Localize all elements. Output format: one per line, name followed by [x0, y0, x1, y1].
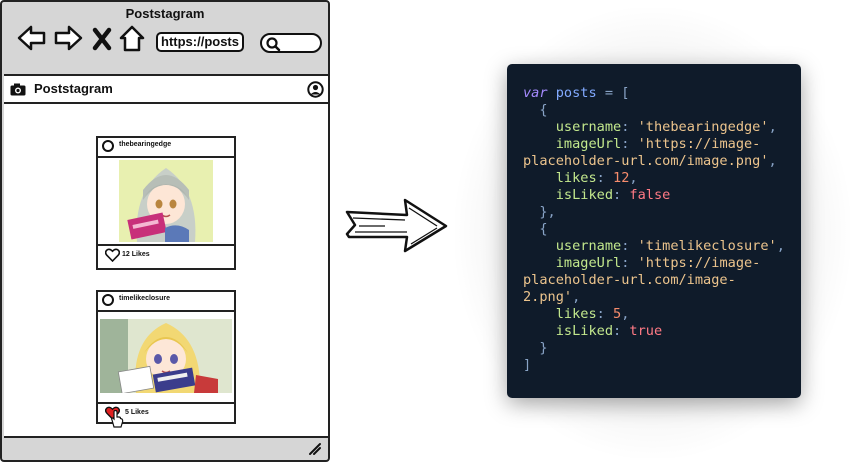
avatar	[102, 294, 114, 306]
code-line-16: }	[523, 340, 548, 356]
app-title: Poststagram	[34, 81, 113, 96]
code-line-6: likes: 12,	[555, 170, 638, 186]
code-line-5: placeholder-url.com/image.png',	[523, 153, 777, 169]
right-arrow-icon	[345, 198, 448, 253]
post-card: thebearingedge 12 Likes	[96, 136, 236, 270]
likes-count: 5 Likes	[125, 409, 149, 416]
page-content: Poststagram thebearingedge 12 Likes time…	[4, 74, 328, 438]
likes-count: 12 Likes	[122, 251, 150, 258]
back-arrow-icon[interactable]	[16, 22, 48, 54]
avatar	[102, 140, 114, 152]
code-line-8: },	[523, 204, 556, 220]
heart-outline-icon[interactable]	[105, 248, 120, 262]
code-line-14: likes: 5,	[555, 306, 630, 322]
home-icon[interactable]	[118, 22, 146, 54]
post-image	[100, 319, 232, 393]
code-line-4: imageUrl: 'https://image-	[555, 136, 761, 152]
post-image	[119, 160, 213, 242]
code-line-1: var posts = [	[523, 85, 630, 101]
post-header: timelikeclosure	[98, 292, 234, 312]
code-line-11: imageUrl: 'https://image-	[555, 255, 761, 271]
search-icon	[266, 37, 281, 52]
code-line-15: isLiked: true	[555, 323, 663, 339]
close-icon[interactable]	[89, 22, 115, 54]
resize-grip-icon[interactable]	[308, 442, 322, 456]
code-line-10: username: 'timelikeclosure',	[555, 238, 785, 254]
code-block: var posts = [ { username: 'thebearingedg…	[507, 64, 801, 398]
profile-icon[interactable]	[307, 81, 324, 98]
camera-icon	[10, 83, 26, 96]
post-header: thebearingedge	[98, 138, 234, 158]
forward-arrow-icon[interactable]	[52, 22, 84, 54]
code-line-7: isLiked: false	[555, 187, 671, 203]
address-bar[interactable]: https://posts	[156, 32, 244, 52]
browser-window: Poststagram https://posts Poststagram th…	[0, 0, 330, 462]
code-line-13: 2.png',	[523, 289, 581, 305]
window-title: Poststagram	[125, 6, 205, 21]
post-card: timelikeclosure 5 Likes	[96, 290, 236, 428]
post-footer: 5 Likes	[98, 402, 234, 428]
code-line-17: ]	[523, 357, 532, 373]
code-line-2: {	[523, 102, 548, 118]
post-username: timelikeclosure	[119, 295, 170, 302]
app-header: Poststagram	[4, 76, 328, 104]
post-username: thebearingedge	[119, 141, 172, 148]
search-field[interactable]	[260, 33, 322, 53]
post-footer: 12 Likes	[98, 244, 234, 266]
code-line-12: placeholder-url.com/image-	[523, 272, 736, 288]
hand-cursor-icon	[111, 410, 124, 428]
code-line-3: username: 'thebearingedge',	[555, 119, 777, 135]
code-line-9: {	[523, 221, 548, 237]
